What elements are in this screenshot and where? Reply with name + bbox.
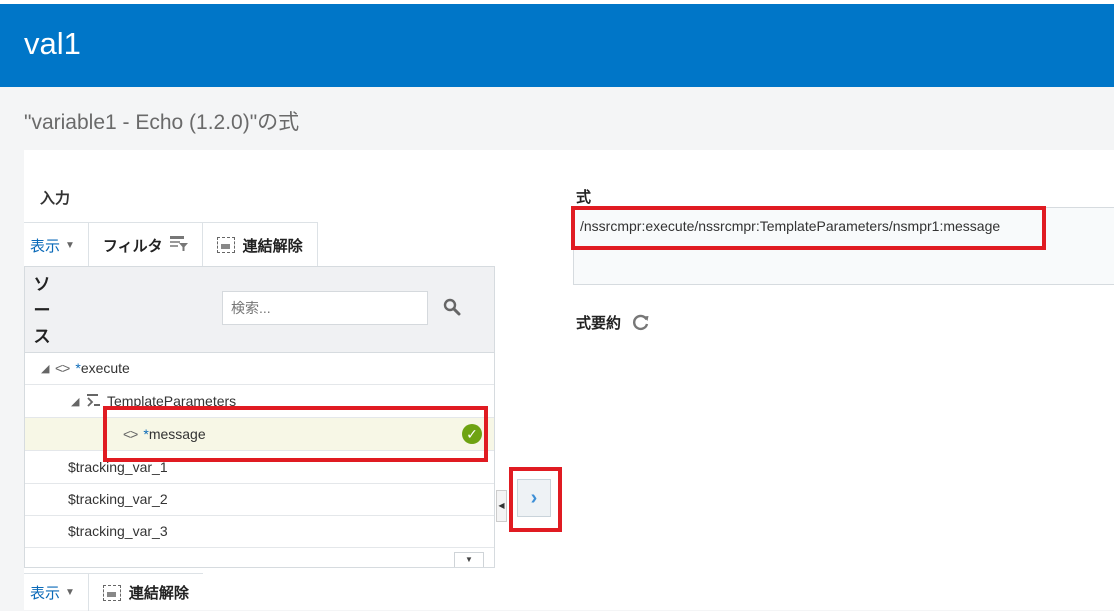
refresh-icon[interactable] [631,312,651,332]
chevron-right-icon: › [530,487,538,509]
tree-row-message[interactable]: <> * message ✓ [25,418,494,451]
detach-icon [216,237,235,253]
filter-label: フィルタ [102,237,163,255]
page-subtitle: "variable1 - Echo (1.2.0)"の式 [24,111,300,134]
view-label: 表示 [30,585,61,602]
chevron-down-icon: ▼ [65,587,75,598]
insert-into-expression-button[interactable]: › [517,479,551,517]
app-title: val1 [24,26,81,61]
tree-row-execute[interactable]: ◢ <> * execute [25,352,494,385]
tree-row-label: execute [80,360,130,376]
title-bar: val1 [0,4,1114,87]
tree-row-tracking-var-1[interactable]: $tracking_var_1 [25,451,494,484]
element-icon: <> [55,360,70,376]
detach-label: 連結解除 [128,585,189,602]
valid-check-icon: ✓ [462,424,482,444]
tree-row-tracking-var-3[interactable]: $tracking_var_3 [25,515,494,548]
search-input[interactable] [222,291,428,325]
filter-icon [169,235,189,256]
detach-button[interactable]: 連結解除 [89,574,203,611]
search-icon[interactable] [443,298,461,316]
expression-label: 式 [576,189,592,206]
tree-row-label: $tracking_var_1 [68,459,168,475]
source-column-header: ソ ー ス [33,275,51,346]
scroll-down-icon[interactable]: ▼ [454,552,484,567]
detach-icon [102,584,121,601]
view-menu-button[interactable]: 表示 ▼ [24,223,89,267]
tree-row-label: $tracking_var_2 [68,491,168,507]
expression-summary-label: 式要約 [576,315,622,332]
tree-header: ソ ー ス [25,267,494,353]
tree-row-templateparameters[interactable]: ◢ TemplateParameters [25,385,494,418]
detach-label: 連結解除 [242,237,303,255]
element-icon: <> [123,426,138,442]
tree-row-label: TemplateParameters [107,393,237,409]
complex-type-icon [85,393,101,409]
detach-button[interactable]: 連結解除 [203,223,318,267]
source-tree: ソ ー ス ◢ <> * execute ◢ TemplateParameter… [24,266,495,568]
expression-text[interactable]: /nssrcmpr:execute/nssrcmpr:TemplateParam… [580,218,1000,234]
tree-row-tracking-var-2[interactable]: $tracking_var_2 [25,483,494,516]
tree-row-label: $tracking_var_3 [68,523,168,539]
view-menu-button[interactable]: 表示 ▼ [24,574,89,611]
input-bottom-toolbar: 表示 ▼ 連結解除 [24,573,203,611]
input-label: 入力 [40,190,71,207]
input-toolbar: 表示 ▼ フィルタ 連結解除 [24,222,318,267]
collapse-triangle-icon[interactable]: ◢ [71,395,85,408]
tree-row-label: message [148,426,206,442]
chevron-down-icon: ▼ [65,239,75,251]
filter-button[interactable]: フィルタ [89,223,203,267]
view-label: 表示 [30,237,61,255]
collapse-triangle-icon[interactable]: ◢ [41,362,55,375]
collapse-splitter-handle[interactable]: ◀ [496,490,507,522]
